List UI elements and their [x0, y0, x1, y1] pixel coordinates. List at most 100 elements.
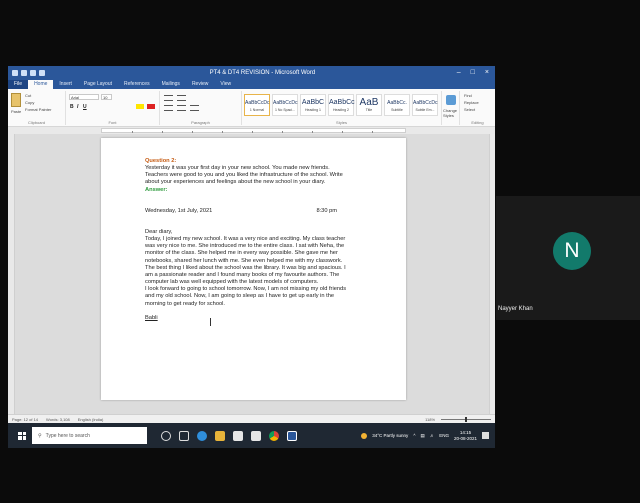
body-line: The best thing I liked about the school … [145, 264, 346, 271]
store-icon[interactable] [233, 430, 243, 441]
word-count[interactable]: Words: 3,108 [46, 417, 70, 422]
clipboard-group: Paste Cut Copy Format Painter Clipboard [8, 91, 66, 125]
taskbar-clock[interactable]: 14:15 20-08-2021 [454, 430, 477, 442]
styles-label: Styles [336, 120, 347, 125]
italic-button[interactable]: I [77, 104, 78, 110]
word-taskbar-icon[interactable] [287, 430, 297, 441]
cut-button[interactable]: Cut [25, 93, 31, 98]
avatar: N [553, 232, 591, 270]
document-text[interactable]: Question 2: Yesterday it was your first … [145, 158, 375, 322]
change-styles-button[interactable]: Change Styles [443, 108, 460, 118]
mail-icon[interactable] [251, 430, 261, 441]
volume-icon[interactable]: ♬ [430, 433, 435, 438]
style-heading-2[interactable]: AaBbCc Heading 2 [328, 94, 355, 116]
editing-label: Editing [471, 120, 484, 125]
quick-access-toolbar [8, 69, 68, 76]
redo-icon[interactable] [39, 69, 45, 76]
tab-file[interactable]: File [8, 80, 29, 89]
document-page[interactable]: Question 2: Yesterday it was your first … [101, 138, 406, 400]
participant-name: Nayyer Khan [498, 306, 533, 312]
tab-page-layout[interactable]: Page Layout [78, 80, 118, 89]
question-line: Teachers were good to you and you liked … [145, 172, 343, 179]
undo-icon[interactable] [30, 69, 36, 76]
chrome-icon[interactable] [269, 430, 279, 441]
weather-icon[interactable] [361, 432, 368, 439]
body-line: Today, I joined my new school. It was a … [145, 236, 346, 243]
font-size-select[interactable]: 10 [101, 94, 112, 100]
replace-button[interactable]: Replace [464, 100, 479, 105]
change-styles-group: Change Styles [442, 91, 460, 125]
tab-mailings[interactable]: Mailings [156, 80, 186, 89]
style-no-spacing[interactable]: AaBbCcDc 1 No Spaci... [272, 94, 298, 116]
system-tray: 34°C Partly sunny ^ ▤ ♬ ENG 14:15 20-08-… [361, 430, 495, 442]
body-line: computer lab was well equipped with the … [145, 279, 319, 286]
underline-button[interactable]: U [83, 104, 87, 110]
copy-button[interactable]: Copy [25, 100, 34, 105]
body-line: notebooks, shared her lunch with me. She… [145, 257, 343, 264]
cortana-icon[interactable] [161, 430, 171, 441]
answer-label: Answer: [145, 186, 168, 193]
font-label: Font [108, 120, 117, 125]
find-button[interactable]: Find [464, 93, 472, 98]
mouse-cursor-icon [210, 318, 213, 326]
select-button[interactable]: Select [464, 107, 475, 112]
body-line: and my old school. Now, I am going to sl… [145, 293, 335, 300]
paragraph-group: Paragraph [160, 91, 242, 125]
tab-review[interactable]: Review [186, 80, 214, 89]
align-center-icon[interactable] [177, 105, 186, 111]
language-indicator[interactable]: English (India) [78, 417, 104, 422]
word-title-bar: PT4 & DT4 REVISION - Microsoft Word – □ … [8, 66, 495, 79]
format-painter-button[interactable]: Format Painter [25, 107, 51, 112]
highlight-icon[interactable] [136, 104, 144, 109]
font-color-icon[interactable] [147, 104, 155, 109]
style-subtle-emphasis[interactable]: AaBbCcDc Subtle Em... [412, 94, 438, 116]
change-styles-icon[interactable] [446, 95, 456, 105]
style-normal[interactable]: AaBbCcDc 1 Normal [244, 94, 270, 116]
participant-tile[interactable]: N Nayyer Khan [496, 196, 640, 320]
diary-time: 8:30 pm [316, 207, 337, 214]
style-heading-1[interactable]: AaBbC Heading 1 [300, 94, 326, 116]
file-explorer-icon[interactable] [215, 430, 225, 441]
network-icon[interactable]: ▤ [420, 433, 424, 439]
minimize-button[interactable]: – [457, 69, 461, 76]
tab-references[interactable]: References [118, 80, 156, 89]
tab-home[interactable]: Home [28, 80, 54, 89]
shared-screen: PT4 & DT4 REVISION - Microsoft Word – □ … [8, 66, 495, 448]
paste-button[interactable]: Paste [11, 109, 21, 114]
tab-view[interactable]: View [214, 80, 237, 89]
font-name-select[interactable]: Arial [69, 94, 99, 100]
weather-text[interactable]: 34°C Partly sunny [372, 433, 408, 438]
body-line: morning to get ready for school. [145, 300, 225, 307]
question-line: about your experiences and feelings abou… [145, 179, 326, 186]
page-count[interactable]: Page: 12 of 14 [12, 417, 38, 422]
task-view-icon[interactable] [179, 430, 189, 441]
vertical-ruler[interactable] [8, 134, 15, 414]
tab-insert[interactable]: Insert [53, 80, 78, 89]
word-logo-icon [12, 69, 18, 76]
signature: Babli [145, 314, 158, 321]
bullets-icon[interactable] [164, 95, 173, 101]
styles-group: AaBbCcDc 1 Normal AaBbCcDc 1 No Spaci...… [242, 91, 442, 125]
align-left-icon[interactable] [164, 105, 173, 111]
numbering-icon[interactable] [177, 95, 186, 101]
zoom-slider[interactable] [441, 416, 491, 422]
paste-icon[interactable] [11, 93, 21, 107]
style-title[interactable]: AaB Title [356, 94, 382, 116]
maximize-button[interactable]: □ [471, 69, 475, 76]
body-line: was very nice to me. She introduced me t… [145, 243, 345, 250]
close-button[interactable]: × [485, 69, 489, 76]
vertical-scrollbar[interactable] [489, 134, 495, 414]
bold-button[interactable]: B [70, 104, 74, 110]
tray-chevron-icon[interactable]: ^ [413, 433, 415, 438]
zoom-level[interactable]: 118% [425, 417, 435, 422]
taskbar-search[interactable]: ⚲ Type here to search [32, 427, 147, 444]
horizontal-ruler[interactable] [8, 127, 495, 134]
editing-group: Find Replace Select Editing [460, 91, 495, 125]
save-icon[interactable] [21, 69, 27, 76]
notification-icon[interactable] [482, 432, 489, 439]
style-subtitle[interactable]: AaBbCc. Subtitle [384, 94, 410, 116]
windows-start-icon[interactable] [18, 431, 26, 440]
edge-icon[interactable] [197, 430, 207, 441]
justify-icon[interactable] [190, 105, 199, 111]
language-indicator-tray[interactable]: ENG [439, 433, 449, 438]
